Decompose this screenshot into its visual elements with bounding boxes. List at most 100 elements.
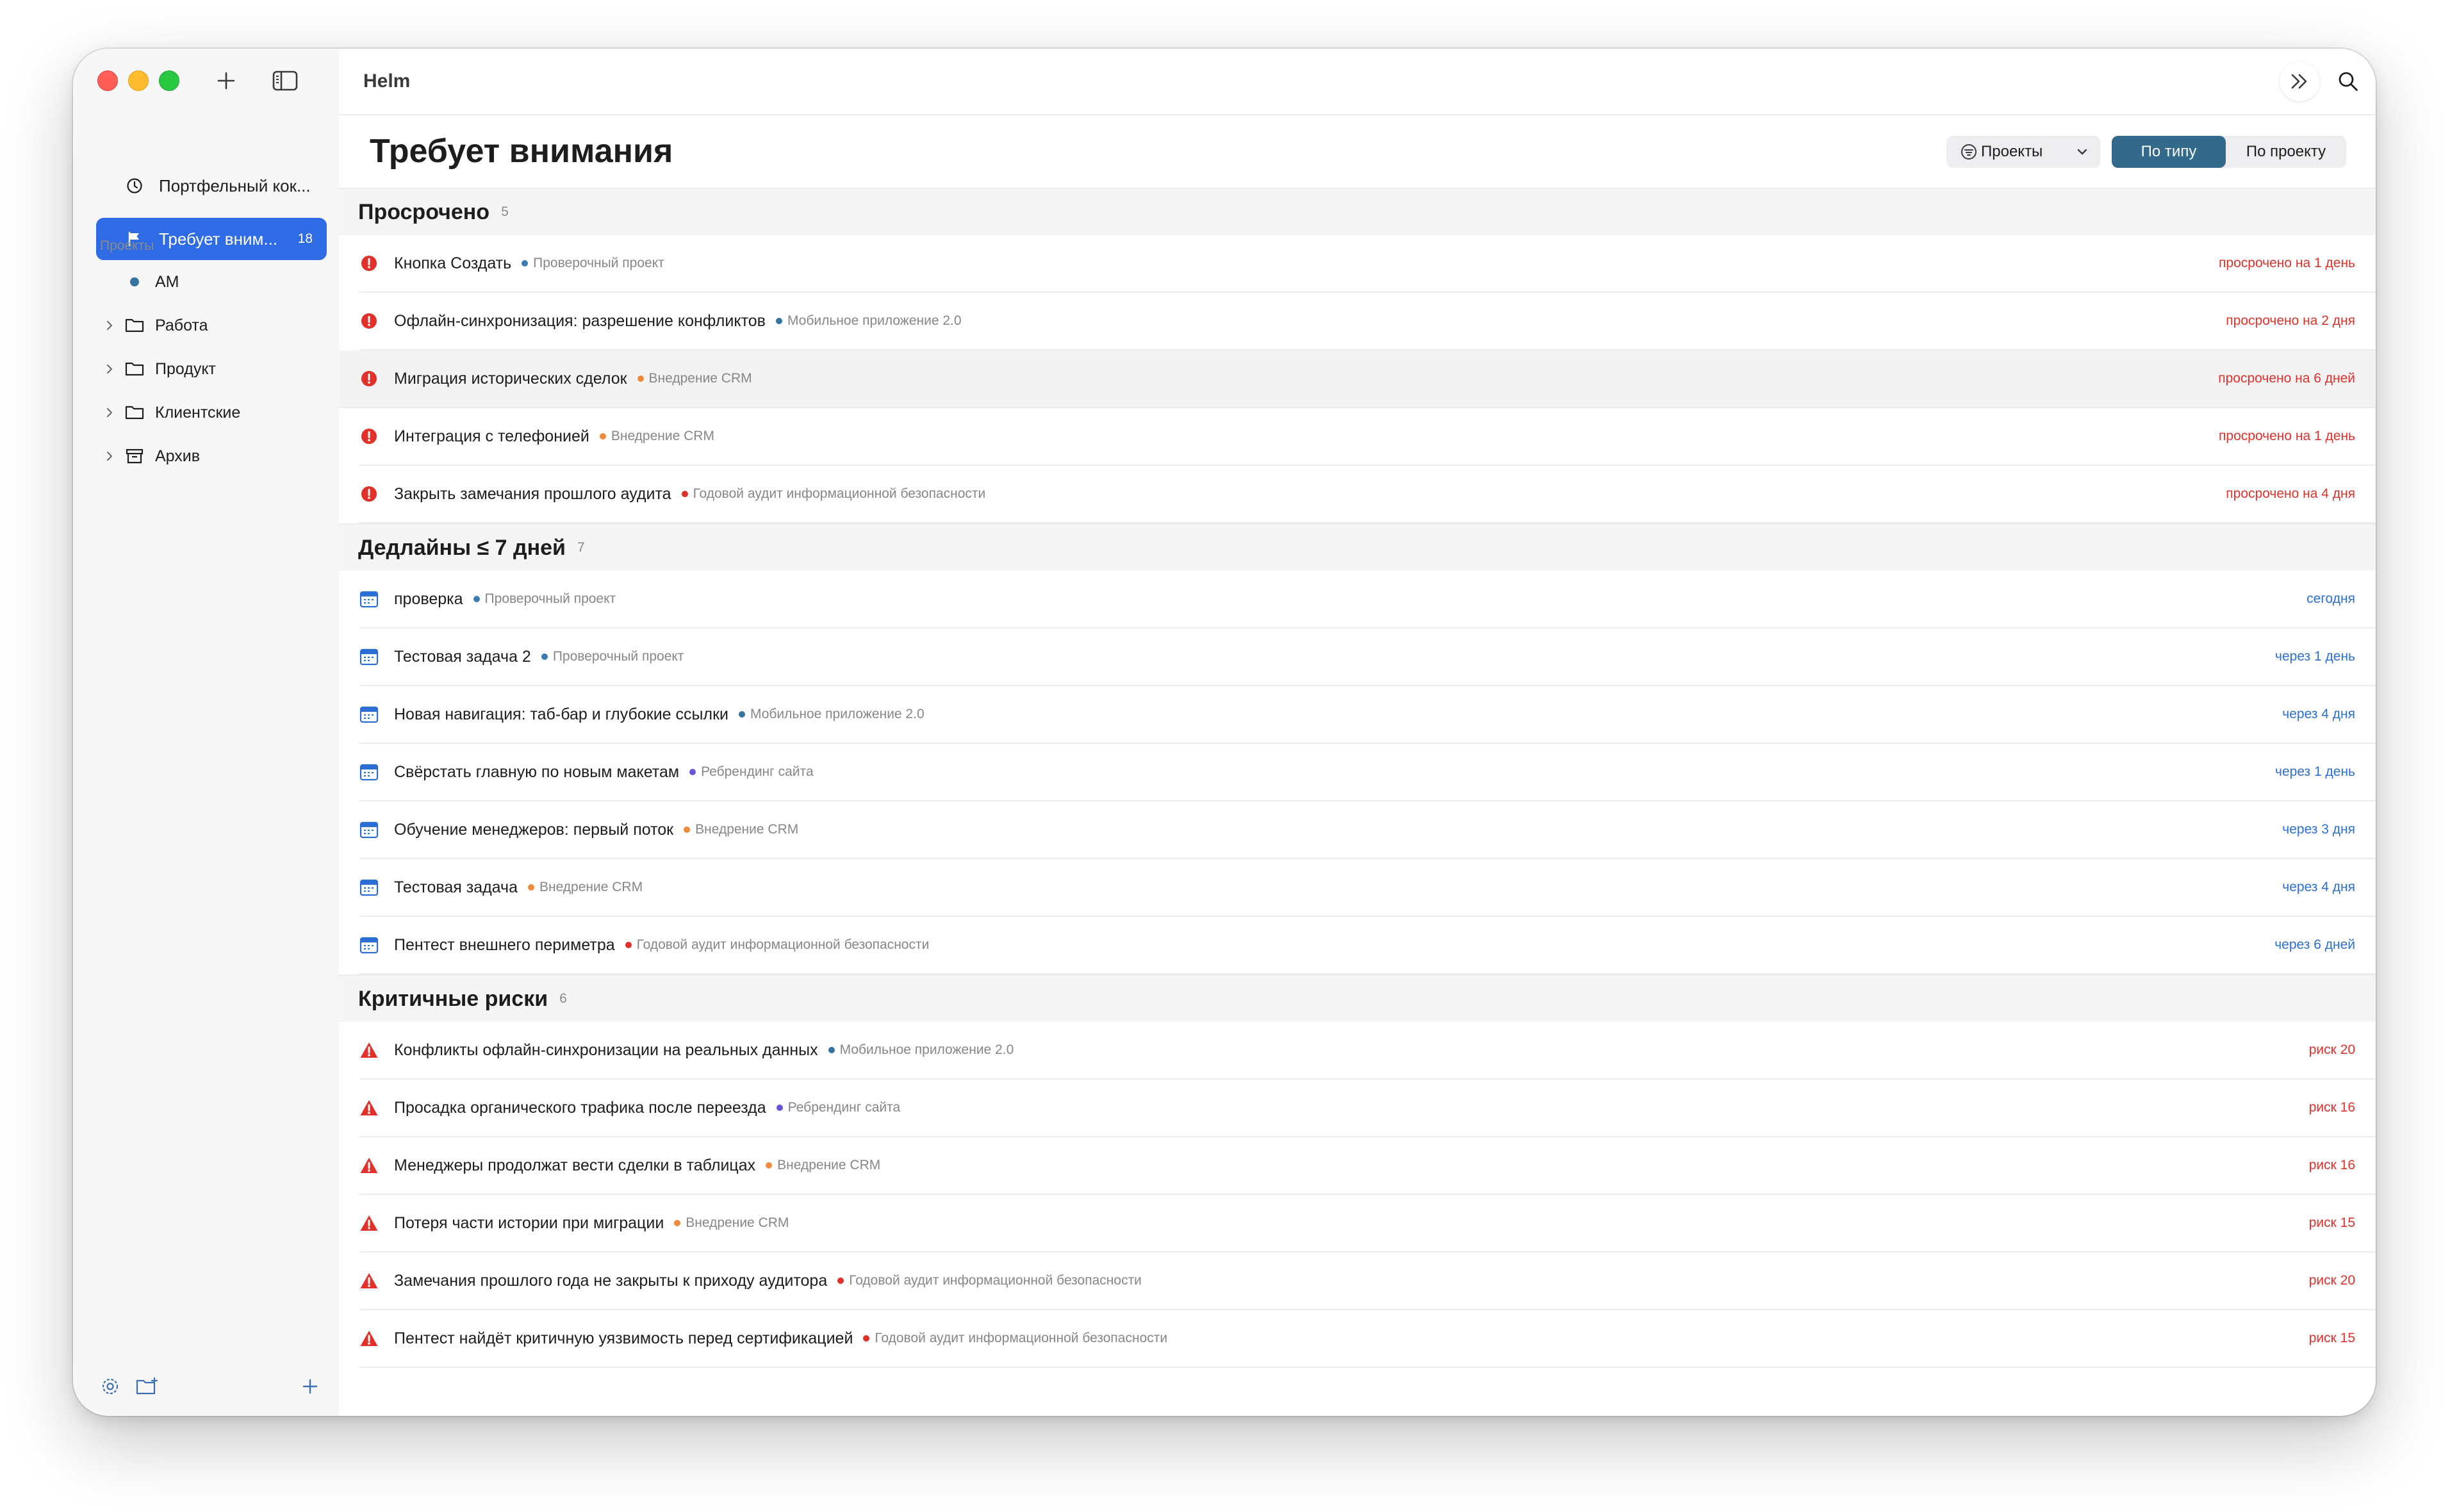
projects-filter-select[interactable]: Проекты: [1946, 136, 2100, 168]
chevron-right-icon[interactable]: [100, 406, 119, 419]
row-project-name: Годовой аудит информационной безопасност…: [849, 1273, 1142, 1288]
row-project[interactable]: Внедрение CRM: [674, 1215, 789, 1231]
overdue-alert-icon: [359, 369, 379, 388]
clock-icon: [122, 177, 147, 194]
sidebar-project-label: Клиентские: [155, 403, 241, 422]
attention-row[interactable]: Обучение менеджеров: первый поток Внедрен…: [359, 801, 2376, 859]
minimize-window-button[interactable]: [128, 70, 149, 91]
add-project-button[interactable]: [297, 1374, 323, 1399]
chevron-right-icon[interactable]: [100, 363, 119, 375]
new-folder-button[interactable]: [135, 1374, 160, 1399]
group-title: Критичные риски: [358, 986, 548, 1011]
settings-button[interactable]: [97, 1374, 123, 1399]
new-item-button[interactable]: [211, 68, 241, 94]
attention-row[interactable]: Свёрстать главную по новым макетам Ребрен…: [359, 744, 2376, 801]
row-project[interactable]: Внедрение CRM: [527, 880, 643, 895]
segment-by-type[interactable]: По типу: [2112, 136, 2226, 168]
row-project[interactable]: Годовой аудит информационной безопасност…: [863, 1331, 1167, 1346]
expand-panel-button[interactable]: [2280, 62, 2319, 101]
plus-icon: [217, 72, 235, 90]
row-project[interactable]: Внедрение CRM: [599, 429, 714, 444]
window-controls: [97, 70, 179, 91]
sidebar: Портфельный кок... Требует вним... 18 Прое…: [73, 49, 339, 1416]
attention-row[interactable]: Замечания прошлого года не закрыты к при…: [359, 1253, 2376, 1310]
attention-list: Просрочено 5 Кнопка Создать Проверочный про…: [339, 188, 2376, 1368]
attention-row[interactable]: Потеря части истории при миграции Внедрен…: [359, 1195, 2376, 1253]
project-color-dot: [625, 942, 632, 948]
attention-row[interactable]: Пентест внешнего периметра Годовой аудит …: [359, 917, 2376, 974]
row-title: проверка: [394, 589, 463, 608]
attention-row[interactable]: Тестовая задача Внедрение CRM через 4 дня: [359, 859, 2376, 917]
row-project-name: Внедрение CRM: [648, 371, 752, 386]
attention-row[interactable]: Интеграция с телефонией Внедрение CRM прос…: [359, 408, 2376, 466]
row-title: Просадка органического трафика после пер…: [394, 1098, 766, 1117]
chevron-right-icon[interactable]: [100, 319, 119, 332]
overdue-alert-icon: [359, 427, 379, 446]
project-color-dot: [766, 1162, 773, 1169]
row-project-name: Мобильное приложение 2.0: [839, 1042, 1014, 1057]
attention-row[interactable]: Миграция исторических сделок Внедрение CR…: [339, 350, 2376, 408]
attention-row[interactable]: Просадка органического трафика после пер…: [359, 1080, 2376, 1137]
sidebar-project-label: Работа: [155, 316, 208, 334]
group-count: 5: [501, 204, 509, 219]
attention-row[interactable]: Менеджеры продолжат вести сделки в табли…: [359, 1137, 2376, 1195]
warning-triangle-icon: [359, 1156, 379, 1175]
sidebar-nav-label: Портфельный кок...: [159, 176, 311, 195]
row-project[interactable]: Годовой аудит информационной безопасност…: [837, 1273, 1142, 1288]
row-status: через 4 дня: [2282, 880, 2355, 894]
sidebar-nav-item-0[interactable]: Портфельный кок...: [96, 165, 327, 207]
calendar-icon: [359, 878, 379, 897]
attention-row[interactable]: Закрыть замечания прошлого аудита Годовой…: [359, 466, 2376, 523]
row-project[interactable]: Внедрение CRM: [766, 1158, 880, 1173]
sidebar-project-0[interactable]: AM: [96, 264, 327, 300]
row-project[interactable]: Ребрендинг сайта: [689, 764, 814, 780]
attention-row[interactable]: Пентест найдёт критичную уязвимость пере…: [359, 1310, 2376, 1368]
row-project[interactable]: Внедрение CRM: [684, 822, 798, 837]
attention-row[interactable]: Офлайн-синхронизация: разрешение конфлик…: [359, 293, 2376, 350]
sidebar-project-1[interactable]: Работа: [96, 308, 327, 343]
row-project-name: Годовой аудит информационной безопасност…: [636, 937, 930, 952]
close-window-button[interactable]: [97, 70, 118, 91]
row-project-name: Ребрендинг сайта: [787, 1100, 901, 1115]
search-button[interactable]: [2328, 62, 2368, 101]
row-title: Замечания прошлого года не закрыты к при…: [394, 1271, 828, 1290]
segment-by-project[interactable]: По проекту: [2226, 136, 2346, 168]
row-project[interactable]: Внедрение CRM: [637, 371, 752, 386]
dot-icon: [122, 275, 147, 288]
toggle-sidebar-button[interactable]: [270, 68, 300, 94]
group-title: Дедлайны ≤ 7 дней: [358, 535, 566, 560]
row-project[interactable]: Годовой аудит информационной безопасност…: [681, 486, 985, 502]
chevron-right-icon[interactable]: [100, 450, 119, 463]
project-color-dot: [527, 884, 534, 891]
row-project-name: Проверочный проект: [533, 256, 664, 270]
row-title: Интеграция с телефонией: [394, 427, 589, 445]
row-status: риск 16: [2308, 1158, 2355, 1172]
row-project[interactable]: Мобильное приложение 2.0: [739, 707, 925, 722]
attention-row[interactable]: Кнопка Создать Проверочный проект просроче…: [359, 235, 2376, 293]
calendar-icon: [359, 820, 379, 839]
attention-row[interactable]: Конфликты офлайн-синхронизации на реальн…: [359, 1022, 2376, 1080]
project-color-dot: [689, 769, 696, 775]
row-title: Новая навигация: таб-бар и глубокие ссыл…: [394, 705, 728, 723]
attention-row[interactable]: Тестовая задача 2 Проверочный проект через…: [359, 629, 2376, 686]
attention-row[interactable]: Новая навигация: таб-бар и глубокие ссыл…: [359, 686, 2376, 744]
zoom-window-button[interactable]: [159, 70, 179, 91]
sidebar-project-3[interactable]: Клиентские: [96, 395, 327, 431]
project-color-dot: [863, 1335, 870, 1342]
row-project[interactable]: Мобильное приложение 2.0: [828, 1042, 1014, 1058]
row-project[interactable]: Мобильное приложение 2.0: [775, 313, 962, 329]
row-project[interactable]: Годовой аудит информационной безопасност…: [625, 937, 930, 953]
sidebar-project-2[interactable]: Продукт: [96, 351, 327, 387]
row-project[interactable]: Проверочный проект: [473, 591, 616, 607]
attention-row[interactable]: проверка Проверочный проект сегодня: [359, 571, 2376, 629]
project-color-dot: [837, 1278, 844, 1284]
sidebar-project-4[interactable]: Архив: [96, 438, 327, 474]
warning-triangle-icon: [359, 1329, 379, 1348]
row-project[interactable]: Проверочный проект: [522, 256, 664, 271]
project-color-dot: [674, 1220, 681, 1226]
row-project-name: Проверочный проект: [552, 649, 684, 664]
filter-icon: [1961, 144, 1977, 160]
row-project[interactable]: Ребрендинг сайта: [776, 1100, 901, 1115]
row-project[interactable]: Проверочный проект: [541, 649, 684, 664]
row-project-name: Годовой аудит информационной безопасност…: [875, 1331, 1168, 1345]
